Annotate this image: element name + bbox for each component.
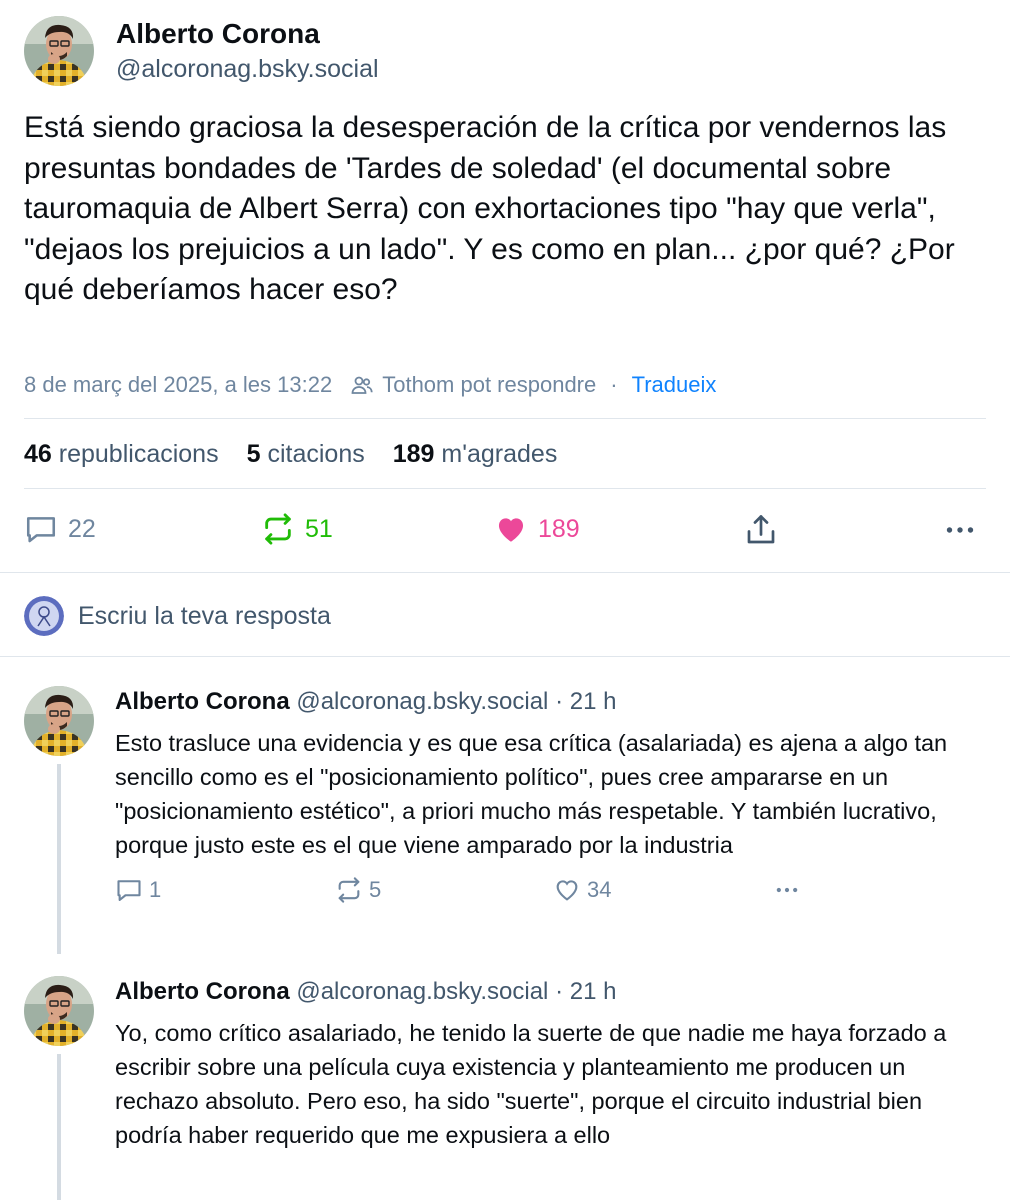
- like-count: 189: [538, 514, 580, 543]
- divider: [24, 418, 986, 419]
- reply-age[interactable]: 21 h: [570, 978, 617, 1005]
- user-avatar: [24, 596, 64, 636]
- reply-input-placeholder[interactable]: Escriu la teva resposta: [78, 602, 331, 631]
- reply-age[interactable]: 21 h: [570, 688, 617, 715]
- reply-author-name[interactable]: Alberto Corona: [115, 688, 290, 715]
- reply-permission: Tothom pot respondre: [382, 372, 597, 397]
- more-icon: [776, 887, 798, 893]
- post-timestamp[interactable]: 8 de març del 2025, a les 13:22: [24, 370, 332, 400]
- engagement-counts: 46 republicacions 5 citacions 189 m'agra…: [24, 438, 585, 470]
- more-icon: [946, 527, 974, 533]
- heart-icon: [556, 880, 578, 901]
- reply-author-handle[interactable]: @alcoronag.bsky.social: [296, 688, 548, 715]
- quotes-count[interactable]: 5 citacions: [247, 438, 365, 470]
- reply-reply-count: 1: [149, 877, 162, 902]
- author-avatar[interactable]: [24, 16, 94, 86]
- author-handle[interactable]: @alcoronag.bsky.social: [116, 52, 379, 86]
- share-icon: [747, 515, 775, 544]
- reply-actions: 1 5 34: [115, 876, 986, 916]
- like-button[interactable]: 189: [494, 512, 580, 546]
- reposts-count[interactable]: 46 republicacions: [24, 438, 219, 470]
- more-options-button[interactable]: [942, 512, 978, 548]
- reply-author-avatar[interactable]: [24, 686, 94, 756]
- reply-reply-button[interactable]: 1: [115, 876, 161, 904]
- reply-author-name[interactable]: Alberto Corona: [115, 978, 290, 1005]
- reply-body: Alberto Corona @alcoronag.bsky.social · …: [115, 686, 986, 916]
- repost-button[interactable]: 51: [261, 512, 333, 546]
- reply-button[interactable]: 22: [24, 512, 96, 546]
- reply-body: Alberto Corona @alcoronag.bsky.social · …: [115, 976, 986, 1152]
- share-button[interactable]: [743, 512, 779, 548]
- post-text: Está siendo graciosa la desesperación de…: [24, 111, 955, 306]
- reply-item[interactable]: Alberto Corona @alcoronag.bsky.social · …: [24, 976, 986, 1200]
- post-meta: 8 de març del 2025, a les 13:22 Tothom p…: [24, 370, 716, 400]
- repost-count: 51: [305, 514, 333, 543]
- comment-icon: [26, 517, 56, 543]
- repost-icon: [265, 513, 291, 545]
- reply-author-handle[interactable]: @alcoronag.bsky.social: [296, 978, 548, 1005]
- reply-composer[interactable]: Escriu la teva resposta: [24, 596, 331, 636]
- post-header: Alberto Corona @alcoronag.bsky.social: [24, 16, 379, 86]
- translate-link[interactable]: Tradueix: [632, 370, 717, 400]
- reply-repost-count: 5: [369, 877, 382, 902]
- reply-repost-button[interactable]: 5: [335, 876, 381, 904]
- reply-text: Esto trasluce una evidencia y es que esa…: [115, 730, 948, 858]
- reply-separator: ·: [555, 978, 564, 1005]
- comment-icon: [117, 880, 141, 901]
- divider: [0, 572, 1010, 573]
- author-name[interactable]: Alberto Corona: [116, 16, 379, 52]
- reply-author-avatar[interactable]: [24, 976, 94, 1046]
- repost-icon: [338, 877, 360, 903]
- reply-header: Alberto Corona @alcoronag.bsky.social · …: [115, 976, 986, 1008]
- meta-separator: ·: [610, 372, 618, 397]
- reply-count: 22: [68, 514, 96, 543]
- reply-item[interactable]: Alberto Corona @alcoronag.bsky.social · …: [24, 686, 986, 956]
- divider: [24, 488, 986, 489]
- reply-text: Yo, como crítico asalariado, he tenido l…: [115, 1020, 947, 1148]
- divider: [0, 656, 1010, 657]
- heart-icon: [498, 518, 524, 542]
- people-icon: [351, 376, 373, 394]
- thread-line: [57, 1054, 61, 1200]
- reply-separator: ·: [555, 688, 564, 715]
- author-names: Alberto Corona @alcoronag.bsky.social: [116, 16, 379, 86]
- likes-count[interactable]: 189 m'agrades: [393, 438, 558, 470]
- reply-header: Alberto Corona @alcoronag.bsky.social · …: [115, 686, 986, 718]
- reply-like-button[interactable]: 34: [553, 876, 611, 904]
- reply-like-count: 34: [587, 877, 612, 902]
- thread-line: [57, 764, 61, 954]
- reply-more-button[interactable]: [771, 876, 803, 904]
